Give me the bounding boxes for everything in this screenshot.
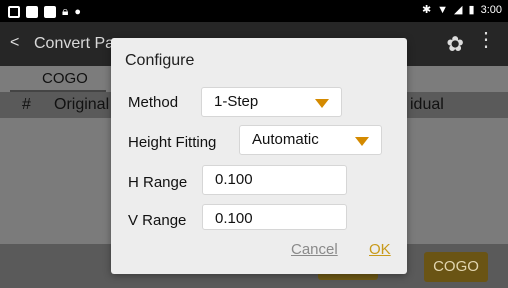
- status-right-icons: ✱ ▼ ◢ ▮ 3:00: [421, 3, 502, 17]
- back-icon[interactable]: <: [10, 34, 19, 52]
- status-time: 3:00: [480, 3, 502, 16]
- v-range-label: V Range: [128, 212, 187, 229]
- square-icon: [44, 5, 56, 18]
- square-icon: [26, 5, 38, 18]
- page-title: Convert Pa: [34, 35, 115, 52]
- tab-cogo[interactable]: COGO: [24, 66, 110, 92]
- status-bar: 🔒︎ ● ✱ ▼ ◢ ▮ 3:00: [0, 0, 508, 22]
- lock-icon: 🔒︎: [62, 4, 69, 18]
- v-range-input[interactable]: 0.100: [202, 204, 347, 230]
- dialog-title: Configure: [125, 52, 195, 69]
- configure-dialog: Configure Method 1-Step Height Fitting A…: [111, 38, 407, 274]
- bluetooth-icon: ✱: [421, 4, 432, 16]
- status-left-icons: 🔒︎ ●: [8, 4, 81, 19]
- signal-icon: ◢: [454, 4, 463, 16]
- method-select[interactable]: 1-Step: [201, 87, 342, 117]
- cancel-button[interactable]: Cancel: [291, 241, 338, 258]
- more-options-icon[interactable]: ⋮: [476, 30, 496, 50]
- method-label: Method: [128, 94, 179, 111]
- wifi-icon: ▼: [437, 3, 449, 16]
- height-fitting-select[interactable]: Automatic: [239, 125, 382, 155]
- height-fitting-value: Automatic: [252, 131, 319, 148]
- chevron-down-icon: [355, 137, 369, 146]
- cogo-button[interactable]: COGO: [424, 252, 488, 282]
- column-header-number: #: [22, 96, 31, 113]
- gear-icon[interactable]: ✿: [446, 32, 464, 57]
- height-fitting-label: Height Fitting: [128, 134, 217, 151]
- chevron-down-icon: [315, 99, 329, 108]
- tab-label: COGO: [42, 70, 88, 87]
- column-header-original: Original: [54, 96, 110, 113]
- h-range-input[interactable]: 0.100: [202, 165, 347, 195]
- ok-button[interactable]: OK: [369, 241, 391, 258]
- android-icon: ●: [74, 5, 82, 18]
- column-header-residual: idual: [410, 96, 444, 113]
- method-value: 1-Step: [214, 93, 259, 110]
- battery-icon: ▮: [468, 4, 475, 16]
- image-icon: [8, 5, 20, 18]
- h-range-label: H Range: [128, 174, 188, 191]
